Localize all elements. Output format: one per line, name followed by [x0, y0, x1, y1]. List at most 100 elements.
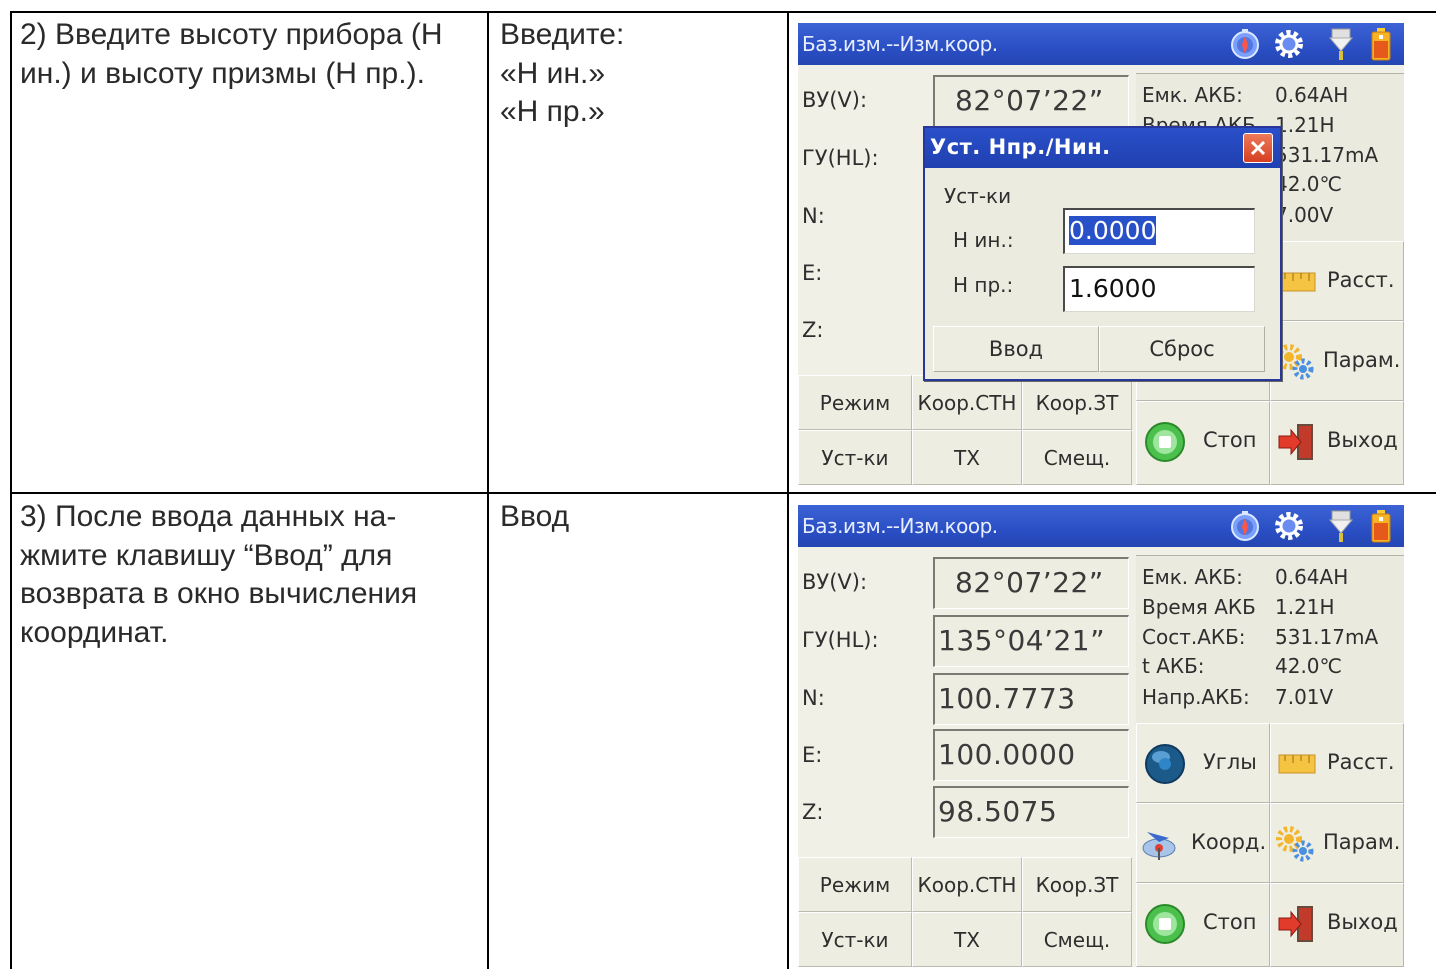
text-line: ин.) и высоту призмы (Н пр.).	[20, 56, 425, 90]
battery-temp-value: 42.0℃	[1275, 172, 1342, 196]
exit-button-label: Выход	[1327, 428, 1398, 452]
battery-icon	[1364, 509, 1398, 543]
instrument-height-input[interactable]: 0.0000	[1063, 208, 1255, 254]
battery-capacity-label: Емк. АКБ:	[1142, 83, 1243, 107]
params-button-label: Парам.	[1323, 348, 1401, 372]
step-3-action: Ввод	[500, 498, 569, 537]
prism-icon[interactable]	[1324, 509, 1358, 543]
battery-icon	[1364, 27, 1398, 61]
label-vertical-angle: ВУ(V):	[802, 570, 868, 594]
text-line: 3) После ввода данных на-	[20, 500, 397, 533]
dialog-reset-button[interactable]: Сброс	[1099, 326, 1265, 372]
angles-button[interactable]: Углы	[1136, 723, 1270, 803]
th-button[interactable]: ТХ	[912, 430, 1022, 485]
backsight-coords-button[interactable]: Коор.ЗТ	[1022, 857, 1132, 912]
mode-button[interactable]: Режим	[798, 375, 912, 430]
battery-voltage-label: Напр.АКБ:	[1142, 685, 1250, 709]
battery-time-value: 1.21H	[1275, 595, 1335, 619]
text-line: жмите клавишу “Ввод” для	[20, 538, 393, 572]
offset-button[interactable]: Смещ.	[1022, 430, 1132, 485]
dialog-title-bar: Уст. Нпр./Нин.	[925, 128, 1280, 168]
label-northing: N:	[802, 686, 825, 710]
close-icon[interactable]	[1243, 133, 1273, 163]
settings-button[interactable]: Уст-ки	[798, 912, 912, 967]
text-line: Введите:	[500, 18, 625, 51]
table-divider-2	[787, 11, 789, 969]
params-button[interactable]: Парам.	[1270, 803, 1404, 883]
station-coords-button[interactable]: Коор.СТН	[912, 857, 1022, 912]
battery-voltage-value: 7.00V	[1275, 203, 1334, 227]
compass-icon[interactable]	[1228, 509, 1262, 543]
battery-voltage-value: 7.01V	[1275, 685, 1334, 709]
prism-height-label: Н пр.:	[953, 273, 1014, 297]
gear-icon[interactable]	[1272, 509, 1306, 543]
stop-button[interactable]: Стоп	[1136, 401, 1270, 485]
settings-button[interactable]: Уст-ки	[798, 430, 912, 485]
label-vertical-angle: ВУ(V):	[802, 88, 868, 112]
height-settings-dialog: Уст. Нпр./Нин. Уст-ки Н ин.: 0.0000 Н пр…	[923, 126, 1282, 381]
instrument-height-label: Н ин.:	[953, 228, 1014, 252]
params-button[interactable]: Парам.	[1270, 321, 1404, 401]
device-screen-2: Баз.изм.--Изм.коор. ВУ(V): ГУ(HL): N: E:…	[798, 505, 1404, 967]
exit-button[interactable]: Выход	[1270, 401, 1404, 485]
label-northing: N:	[802, 204, 825, 228]
table-border-top	[10, 11, 1436, 13]
distance-button[interactable]: Расст.	[1270, 241, 1404, 321]
offset-button[interactable]: Смещ.	[1022, 912, 1132, 967]
exit-icon	[1275, 902, 1319, 946]
step-3-description: 3) После ввода данных на- жмите клавишу …	[20, 498, 417, 652]
dialog-enter-button[interactable]: Ввод	[933, 326, 1099, 372]
coords-button[interactable]: Коорд.	[1136, 803, 1270, 883]
coords-button-label: Коорд.	[1191, 830, 1267, 854]
battery-capacity-value: 0.64AH	[1275, 565, 1349, 589]
ruler-icon	[1275, 742, 1319, 786]
label-elevation: Z:	[802, 800, 824, 824]
compass-icon[interactable]	[1228, 27, 1262, 61]
station-coords-button[interactable]: Коор.СТН	[912, 375, 1022, 430]
text-line: координат.	[20, 615, 169, 649]
distance-button[interactable]: Расст.	[1270, 723, 1404, 803]
stop-button-label: Стоп	[1203, 910, 1257, 934]
northing-value: 100.7773	[933, 673, 1129, 725]
backsight-coords-button[interactable]: Коор.ЗТ	[1022, 375, 1132, 430]
stop-button-label: Стоп	[1203, 428, 1257, 452]
table-border-left	[10, 11, 12, 969]
prism-height-input[interactable]: 1.6000	[1063, 266, 1255, 312]
horizontal-angle-value: 135°04’21”	[933, 615, 1129, 667]
battery-temp-value: 42.0℃	[1275, 654, 1342, 678]
title-bar: Баз.изм.--Изм.коор.	[798, 505, 1404, 547]
prism-icon[interactable]	[1324, 27, 1358, 61]
step-2-action: Введите: «Н ин.» «Н пр.»	[500, 16, 624, 132]
title-bar: Баз.изм.--Изм.коор.	[798, 23, 1404, 65]
battery-state-value: 531.17mA	[1275, 625, 1379, 649]
text-line: возврата в окно вычисления	[20, 577, 418, 610]
vertical-angle-value: 82°07’22”	[933, 75, 1129, 127]
globe-icon	[1143, 742, 1187, 786]
th-button[interactable]: ТХ	[912, 912, 1022, 967]
params-button-label: Парам.	[1323, 830, 1401, 854]
elevation-value: 98.5075	[933, 786, 1129, 838]
table-border-middle	[10, 492, 1436, 494]
easting-value: 100.0000	[933, 729, 1129, 781]
battery-capacity-label: Емк. АКБ:	[1142, 565, 1243, 589]
label-horizontal-angle: ГУ(HL):	[802, 146, 879, 170]
distance-button-label: Расст.	[1327, 268, 1395, 292]
stop-button[interactable]: Стоп	[1136, 883, 1270, 967]
label-elevation: Z:	[802, 318, 824, 342]
vertical-angle-value: 82°07’22”	[933, 557, 1129, 609]
exit-button-label: Выход	[1327, 910, 1398, 934]
window-title: Баз.изм.--Изм.коор.	[802, 514, 998, 538]
mode-button[interactable]: Режим	[798, 857, 912, 912]
device-screen-1: Баз.изм.--Изм.коор. ВУ(V): ГУ(HL): N: E:…	[798, 23, 1404, 485]
gear-icon[interactable]	[1272, 27, 1306, 61]
coordinates-icon	[1139, 822, 1183, 866]
text-line: 2) Введите высоту прибора (Н	[20, 18, 443, 51]
instrument-height-value: 0.0000	[1069, 216, 1157, 245]
text-line: «Н ин.»	[500, 56, 606, 90]
distance-button-label: Расст.	[1327, 750, 1395, 774]
battery-info-panel: Емк. АКБ: Время АКБ Сост.АКБ: t АКБ: Нап…	[1136, 555, 1404, 723]
text-line: «Н пр.»	[500, 95, 605, 128]
dialog-title: Уст. Нпр./Нин.	[930, 135, 1111, 159]
battery-time-label: Время АКБ	[1142, 595, 1256, 619]
exit-button[interactable]: Выход	[1270, 883, 1404, 967]
